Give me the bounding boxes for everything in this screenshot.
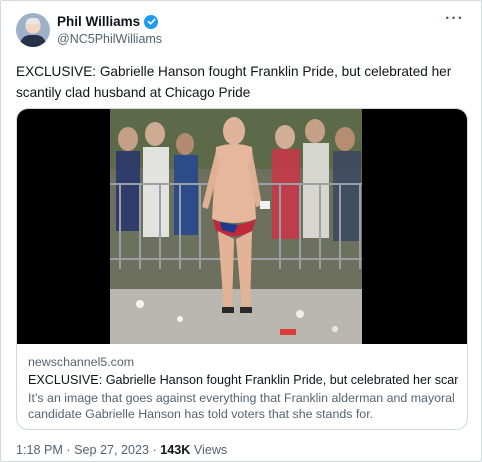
card-media[interactable] — [17, 109, 467, 344]
card-description: It’s an image that goes against everythi… — [28, 391, 455, 421]
card-title: EXCLUSIVE: Gabrielle Hanson fought Frank… — [28, 373, 458, 387]
card-body[interactable]: newschannel5.com EXCLUSIVE: Gabrielle Ha… — [17, 344, 467, 429]
card-photo — [110, 109, 362, 344]
avatar[interactable] — [16, 13, 50, 47]
views-label: Views — [193, 443, 228, 457]
author-name-row: Phil Williams — [57, 14, 159, 29]
tweet-time[interactable]: 1:18 PM — [16, 443, 63, 457]
tweet-text: EXCLUSIVE: Gabrielle Hanson fought Frank… — [16, 64, 452, 100]
author-display-name[interactable]: Phil Williams — [57, 14, 140, 29]
author-handle[interactable]: @NC5PhilWilliams — [57, 32, 162, 46]
meta-separator: · — [66, 443, 71, 457]
tweet-date[interactable]: Sep 27, 2023 — [74, 443, 149, 457]
more-options-icon[interactable]: ··· — [445, 10, 464, 28]
avatar-suit — [20, 35, 46, 47]
link-preview-card[interactable]: newschannel5.com EXCLUSIVE: Gabrielle Ha… — [16, 108, 468, 430]
card-domain: newschannel5.com — [28, 355, 135, 369]
tweet: Phil Williams @NC5PhilWilliams ··· EXCLU… — [0, 0, 482, 462]
meta-separator-2: · — [152, 443, 157, 457]
views-count: 143K — [160, 443, 191, 457]
avatar-hair — [26, 18, 40, 24]
verified-badge-icon — [144, 14, 159, 29]
tweet-metadata: 1:18 PM · Sep 27, 2023 · 143K Views — [16, 443, 227, 457]
